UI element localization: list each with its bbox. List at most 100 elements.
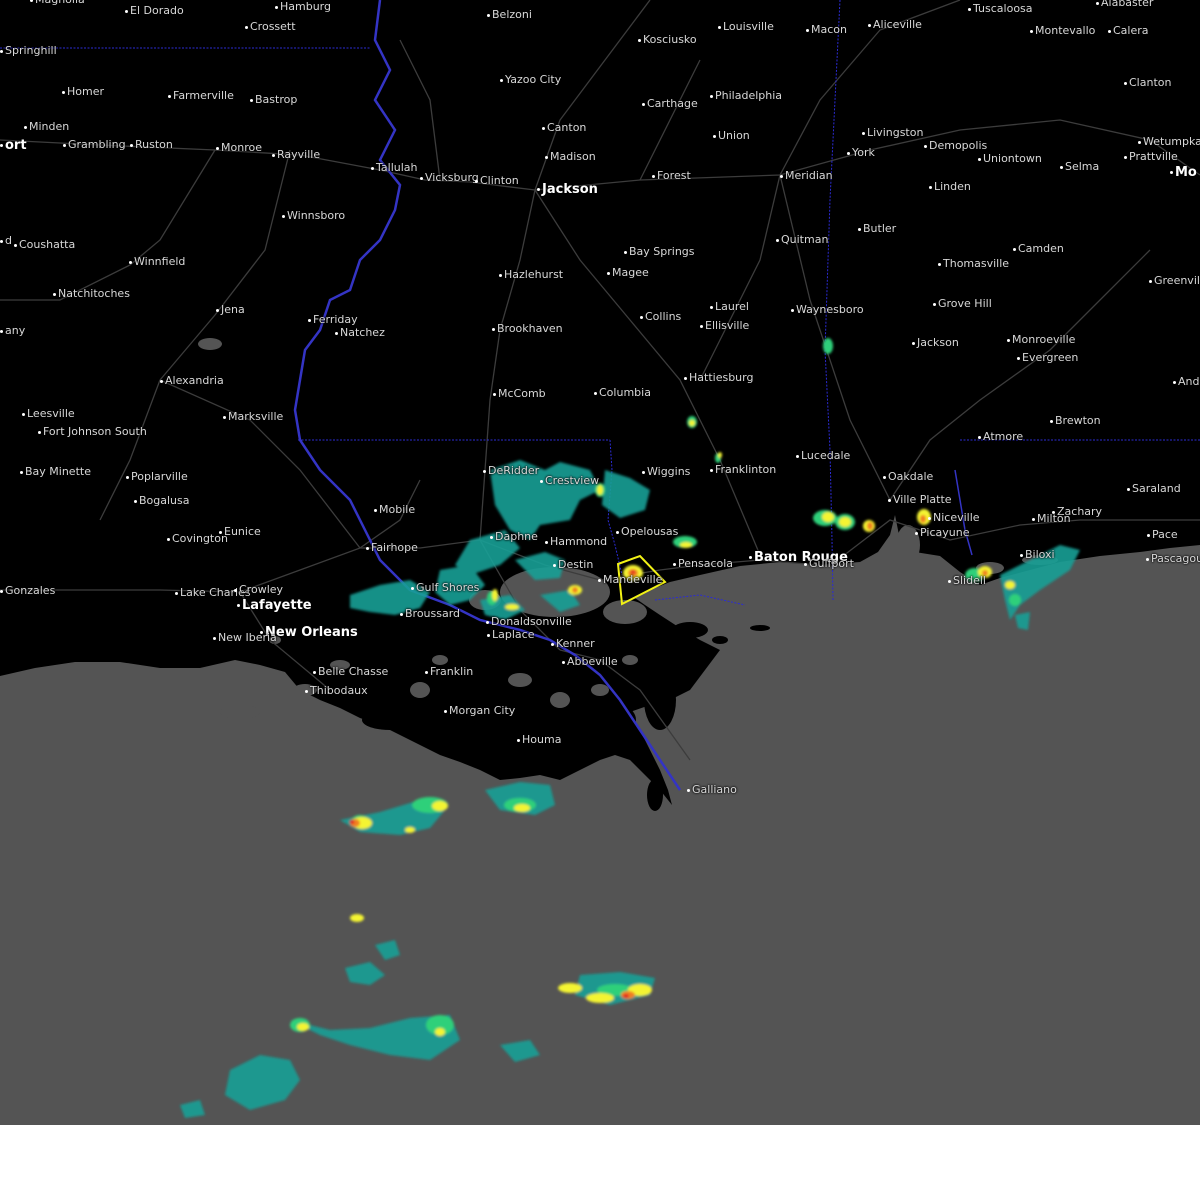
city-name: Crossett xyxy=(250,20,296,33)
city-label: Coushatta xyxy=(14,239,75,251)
city-name: Fort Johnson South xyxy=(43,425,147,438)
city-dot-icon xyxy=(868,23,871,27)
city-label: Alexandria xyxy=(160,375,224,387)
city-label: Pascagoula xyxy=(1146,553,1200,565)
city-dot-icon xyxy=(30,0,33,2)
city-label: Marksville xyxy=(223,411,283,423)
city-dot-icon xyxy=(1138,140,1141,144)
city-name: Kosciusko xyxy=(643,33,697,46)
city-label: New Iberia xyxy=(213,632,277,644)
city-name: DeRidder xyxy=(488,464,540,477)
city-dot-icon xyxy=(978,157,981,161)
city-name: Crestview xyxy=(545,474,600,487)
city-dot-icon xyxy=(1096,1,1099,5)
city-dot-icon xyxy=(500,78,503,82)
city-label: Demopolis xyxy=(924,140,987,152)
city-label: Atmore xyxy=(978,431,1023,443)
city-dot-icon xyxy=(929,185,932,189)
city-name: Union xyxy=(718,129,750,142)
city-label: Bogalusa xyxy=(134,495,190,507)
city-label: Pace xyxy=(1147,529,1178,541)
city-dot-icon xyxy=(0,329,3,333)
city-dot-icon xyxy=(791,308,794,312)
city-label: Livingston xyxy=(862,127,923,139)
city-dot-icon xyxy=(687,788,690,792)
city-label: Canton xyxy=(542,122,586,134)
city-name: Pace xyxy=(1152,528,1178,541)
city-dot-icon xyxy=(22,412,25,416)
city-dot-icon xyxy=(718,25,721,29)
city-name: Carthage xyxy=(647,97,698,110)
city-dot-icon xyxy=(553,563,556,567)
city-dot-icon xyxy=(978,435,981,439)
city-name: Brewton xyxy=(1055,414,1101,427)
city-label: Franklin xyxy=(425,666,473,678)
city-name: Fairhope xyxy=(371,541,418,554)
city-dot-icon xyxy=(640,315,643,319)
city-dot-icon xyxy=(749,556,752,559)
city-label: Louisville xyxy=(718,21,774,33)
city-dot-icon xyxy=(216,308,219,312)
radar-map[interactable]: Magnolia El Dorado Hamburg Crossett Belzoni K… xyxy=(0,0,1200,1125)
city-label: Jackson xyxy=(912,337,959,349)
city-label: Alabaster xyxy=(1096,0,1153,9)
city-dot-icon xyxy=(168,94,171,98)
city-dot-icon xyxy=(616,530,619,534)
city-dot-icon xyxy=(1032,517,1035,521)
city-label: Brewton xyxy=(1050,415,1101,427)
city-name: Ville Platte xyxy=(893,493,952,506)
city-label: Linden xyxy=(929,181,971,193)
city-label: Camden xyxy=(1013,243,1064,255)
city-dot-icon xyxy=(1060,165,1063,169)
city-name: McComb xyxy=(498,387,546,400)
city-name: Jackson xyxy=(917,336,959,349)
city-dot-icon xyxy=(0,239,3,243)
city-dot-icon xyxy=(335,331,338,335)
city-name: Franklin xyxy=(430,665,474,678)
city-dot-icon xyxy=(1013,247,1016,251)
city-name: Slidell xyxy=(953,574,986,587)
city-dot-icon xyxy=(684,376,687,380)
city-name: Houma xyxy=(522,733,562,746)
city-dot-icon xyxy=(487,633,490,637)
city-label: Jena xyxy=(216,304,245,316)
city-name: Niceville xyxy=(933,511,980,524)
city-label: Hazlehurst xyxy=(499,269,563,281)
city-dot-icon xyxy=(1127,487,1130,491)
city-dot-icon xyxy=(710,468,713,472)
city-label: Minden xyxy=(24,121,69,133)
city-name: Macon xyxy=(811,23,847,36)
city-label: Pensacola xyxy=(673,558,733,570)
city-name: Brookhaven xyxy=(497,322,563,335)
city-label: Slidell xyxy=(948,575,986,587)
city-name: Canton xyxy=(547,121,587,134)
city-dot-icon xyxy=(38,430,41,434)
city-name: New Orleans xyxy=(265,625,358,640)
city-dot-icon xyxy=(223,415,226,419)
city-label: Broussard xyxy=(400,608,460,620)
city-label: Picayune xyxy=(915,527,969,539)
city-name: Kenner xyxy=(556,637,595,650)
city-label: Farmerville xyxy=(168,90,234,102)
city-name: Demopolis xyxy=(929,139,988,152)
city-dot-icon xyxy=(642,470,645,474)
city-name: Laplace xyxy=(492,628,535,641)
city-name: Collins xyxy=(645,310,682,323)
city-dot-icon xyxy=(542,126,545,130)
city-label: d xyxy=(0,235,12,247)
city-name: Bay Minette xyxy=(25,465,91,478)
city-name: Butler xyxy=(863,222,897,235)
city-dot-icon xyxy=(24,125,27,129)
city-label: Andalusia xyxy=(1173,376,1200,388)
city-name: Laurel xyxy=(715,300,749,313)
city-dot-icon xyxy=(642,102,645,106)
city-dot-icon xyxy=(237,604,240,607)
city-label: Eunice xyxy=(219,526,261,538)
city-label: Winnfield xyxy=(129,256,185,268)
city-label: Kenner xyxy=(551,638,595,650)
city-label: Leesville xyxy=(22,408,75,420)
city-label: Abbeville xyxy=(562,656,618,668)
city-dot-icon xyxy=(14,243,17,247)
city-label: Gulf Shores xyxy=(411,582,479,594)
city-label: Union xyxy=(713,130,750,142)
